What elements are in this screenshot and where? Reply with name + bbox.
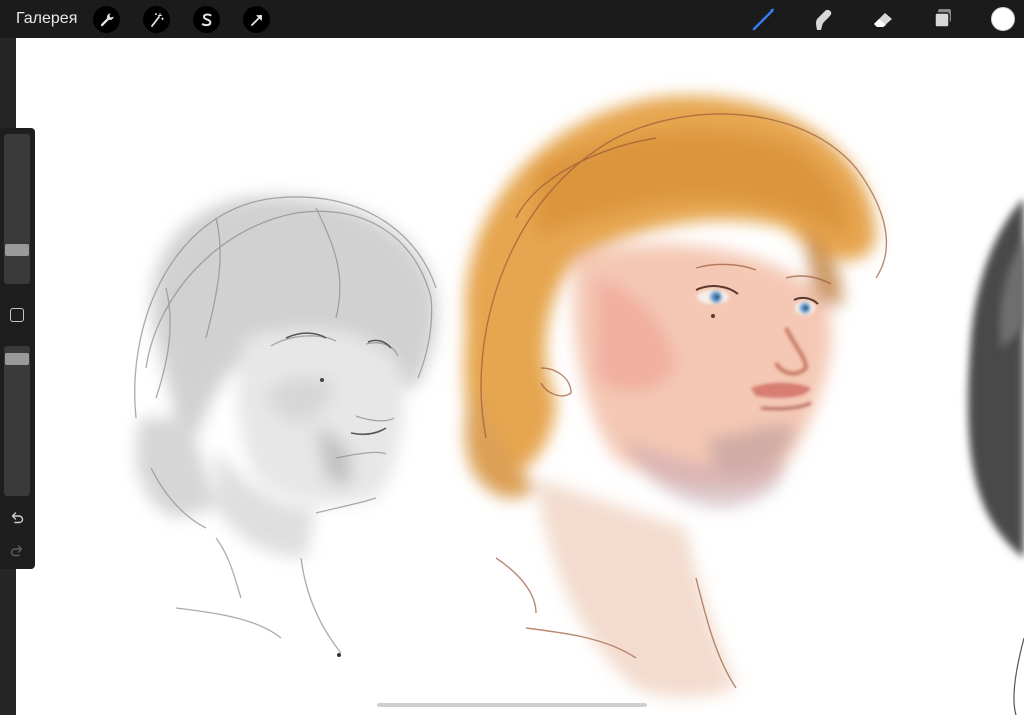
grey-sketch-portrait xyxy=(134,195,437,657)
smudge-tool-button[interactable] xyxy=(809,5,837,33)
color-picker-swatch[interactable] xyxy=(991,7,1015,31)
erase-tool-button[interactable] xyxy=(869,5,897,33)
actions-button[interactable] xyxy=(93,6,120,33)
brush-size-thumb[interactable] xyxy=(5,244,29,257)
layers-icon xyxy=(934,9,951,28)
smudge-finger-icon xyxy=(816,9,832,30)
wrench-icon xyxy=(100,13,113,26)
arrow-cursor-icon xyxy=(250,14,262,26)
eraser-icon xyxy=(874,13,892,27)
artwork xyxy=(134,95,1024,715)
eyedropper-modify-button[interactable] xyxy=(10,308,24,322)
brush-opacity-thumb[interactable] xyxy=(5,352,29,365)
redo-icon[interactable] xyxy=(9,543,25,559)
undo-icon[interactable] xyxy=(9,510,25,526)
drawing-canvas[interactable] xyxy=(16,38,1024,715)
brush-icon xyxy=(752,8,774,31)
selection-s-icon xyxy=(201,13,211,26)
brush-sidebar xyxy=(0,128,35,569)
magic-wand-icon xyxy=(150,12,164,27)
brush-opacity-slider[interactable] xyxy=(4,346,30,496)
home-indicator[interactable] xyxy=(377,703,647,707)
color-painted-portrait xyxy=(464,95,888,698)
brush-size-slider[interactable] xyxy=(4,134,30,284)
layers-button[interactable] xyxy=(929,5,957,33)
adjustments-button[interactable] xyxy=(143,6,170,33)
gallery-button[interactable]: Галерея xyxy=(16,9,77,29)
top-toolbar: Галерея xyxy=(0,0,1024,38)
partial-dark-portrait xyxy=(968,198,1024,715)
paint-tool-button[interactable] xyxy=(750,5,778,33)
selection-button[interactable] xyxy=(193,6,220,33)
transform-button[interactable] xyxy=(243,6,270,33)
